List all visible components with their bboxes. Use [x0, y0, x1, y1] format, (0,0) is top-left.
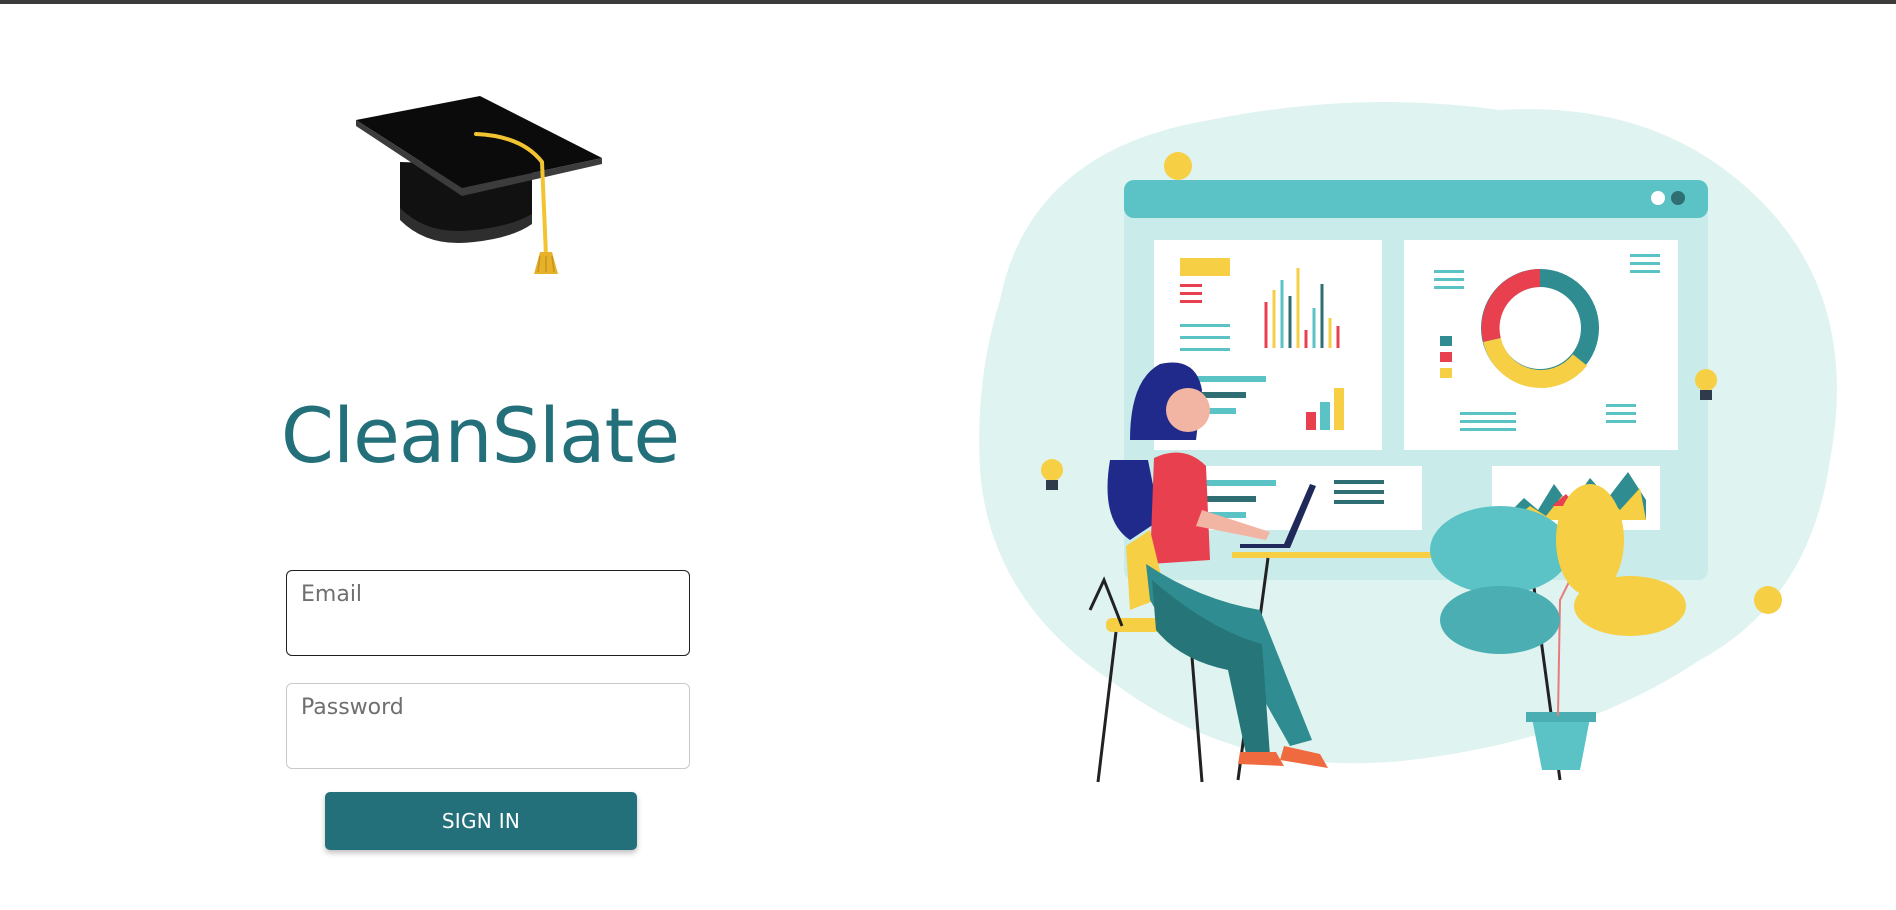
top-bar [0, 0, 1896, 4]
sign-in-button[interactable]: SIGN IN [325, 792, 637, 850]
email-field[interactable] [286, 570, 690, 656]
graduation-cap-icon [356, 96, 602, 274]
email-input[interactable] [287, 571, 689, 655]
app-title: CleanSlate [280, 391, 680, 480]
password-field[interactable] [286, 683, 690, 769]
dashboard-illustration [979, 102, 1837, 783]
password-input[interactable] [287, 684, 689, 768]
